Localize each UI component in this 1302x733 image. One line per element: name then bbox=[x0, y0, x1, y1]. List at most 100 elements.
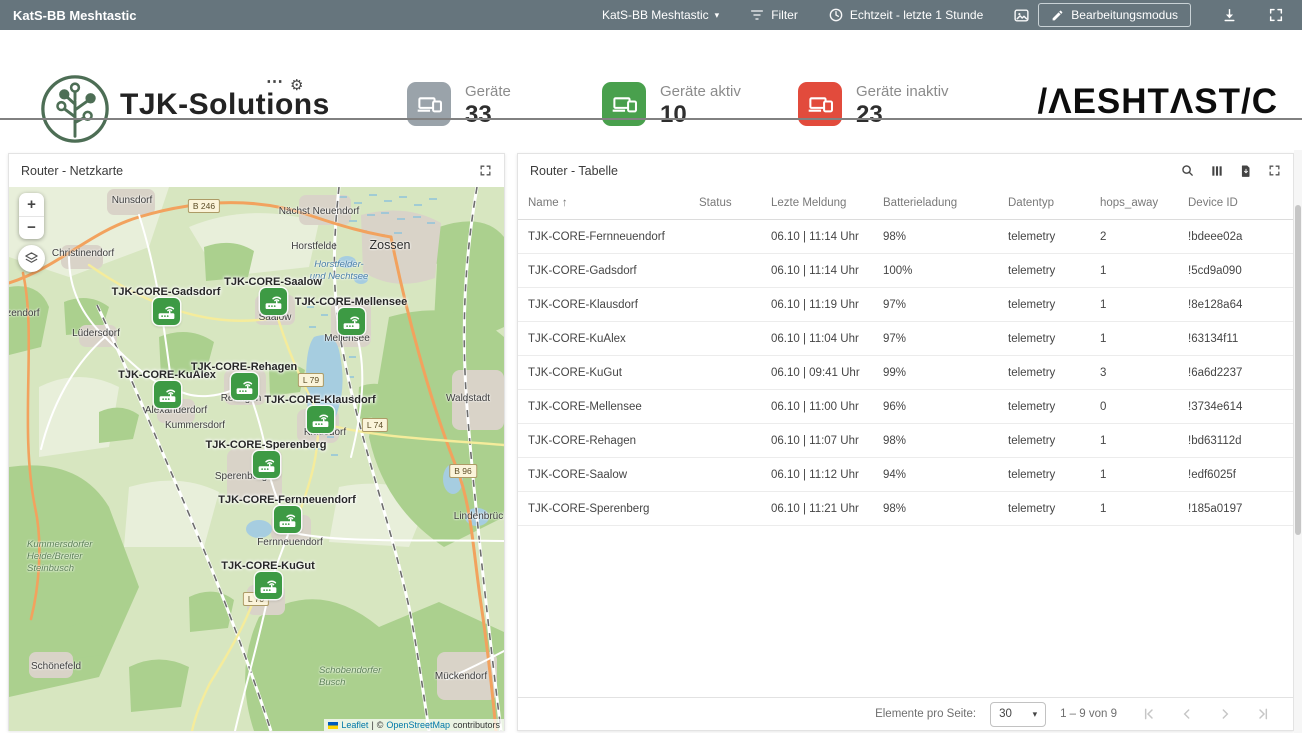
table-cell: !5cd9a090 bbox=[1188, 265, 1283, 277]
router-icon[interactable] bbox=[338, 308, 365, 335]
dashboard-select[interactable]: KatS-BB Meshtastic ▾ bbox=[602, 8, 719, 22]
column-header-status[interactable]: Status bbox=[699, 197, 771, 209]
filter-button[interactable]: Filter bbox=[749, 7, 798, 23]
table-cell: telemetry bbox=[1008, 401, 1100, 413]
kiosk-fullscreen-button[interactable] bbox=[1268, 7, 1284, 23]
router-icon[interactable] bbox=[255, 572, 282, 599]
router-marker-label: TJK-CORE-Sperenberg bbox=[205, 439, 326, 451]
edit-mode-button[interactable]: Bearbeitungsmodus bbox=[1038, 3, 1191, 27]
page-scrollbar[interactable] bbox=[1294, 150, 1302, 733]
table-cell: !6a6d2237 bbox=[1188, 367, 1283, 379]
table-row: TJK-CORE-Fernneuendorf06.10 | 11:14 Uhr9… bbox=[518, 220, 1293, 254]
table-cell bbox=[699, 367, 771, 379]
map-place-label: Mückendorf bbox=[435, 671, 487, 684]
router-marker-label: TJK-CORE-Rehagen bbox=[191, 361, 297, 373]
gear-icon[interactable]: ⚙ bbox=[290, 76, 303, 94]
table-row: TJK-CORE-Saalow06.10 | 11:12 Uhr94%telem… bbox=[518, 458, 1293, 492]
router-icon[interactable] bbox=[153, 298, 180, 325]
table-cell: !185a0197 bbox=[1188, 503, 1283, 515]
map-zoom-control: + − bbox=[19, 193, 44, 239]
column-header-batterie[interactable]: Batterieladung bbox=[883, 197, 1008, 209]
prev-page-button[interactable] bbox=[1179, 706, 1195, 722]
column-header-datentyp[interactable]: Datentyp bbox=[1008, 197, 1100, 209]
pagination-bar: Elemente pro Seite: 30 ▾ 1 – 9 von 9 bbox=[518, 697, 1293, 730]
columns-icon[interactable] bbox=[1210, 164, 1224, 178]
next-page-button[interactable] bbox=[1217, 706, 1233, 722]
table-cell: !bdeee02a bbox=[1188, 231, 1283, 243]
first-page-button[interactable] bbox=[1141, 706, 1157, 722]
chevron-down-icon: ▾ bbox=[715, 11, 720, 20]
scrollbar-thumb[interactable] bbox=[1295, 205, 1301, 535]
stat-geraete: Geräte 33 bbox=[407, 82, 511, 129]
page-size-select[interactable]: 30 ▾ bbox=[990, 702, 1046, 727]
osm-link[interactable]: OpenStreetMap bbox=[386, 720, 450, 730]
stat-label: Geräte aktiv bbox=[660, 83, 741, 100]
table-cell: telemetry bbox=[1008, 299, 1100, 311]
table-row: TJK-CORE-Mellensee06.10 | 11:00 Uhr96%te… bbox=[518, 390, 1293, 424]
search-icon[interactable] bbox=[1180, 163, 1195, 178]
column-header-meldung[interactable]: Lezte Meldung bbox=[771, 197, 883, 209]
table-cell: telemetry bbox=[1008, 503, 1100, 515]
page-range: 1 – 9 von 9 bbox=[1060, 708, 1117, 720]
ukraine-flag-icon bbox=[328, 722, 338, 729]
table-cell: 06.10 | 11:00 Uhr bbox=[771, 401, 883, 413]
table-row: TJK-CORE-Gadsdorf06.10 | 11:14 Uhr100%te… bbox=[518, 254, 1293, 288]
last-page-button[interactable] bbox=[1255, 706, 1271, 722]
table-panel-title: Router - Tabelle bbox=[530, 164, 618, 178]
table-row: TJK-CORE-Sperenberg06.10 | 11:21 Uhr98%t… bbox=[518, 492, 1293, 526]
router-icon[interactable] bbox=[260, 288, 287, 315]
column-header-name[interactable]: Name ↑ bbox=[528, 197, 699, 209]
map-layers-button[interactable] bbox=[18, 245, 45, 272]
router-marker-label: TJK-CORE-Fernneuendorf bbox=[218, 494, 356, 506]
map-place-label: Waldstadt bbox=[446, 393, 490, 406]
app-title: KatS-BB Meshtastic bbox=[13, 8, 137, 23]
map-place-label: Nunsdorf bbox=[112, 195, 153, 208]
router-marker-label: TJK-CORE-Saalow bbox=[224, 276, 322, 288]
panel-menu-icon[interactable]: ⋯ bbox=[266, 72, 283, 92]
export-file-icon[interactable] bbox=[1239, 164, 1253, 178]
table-cell bbox=[699, 231, 771, 243]
zoom-in-button[interactable]: + bbox=[19, 193, 44, 217]
column-header-hops[interactable]: hops_away bbox=[1100, 197, 1188, 209]
router-icon[interactable] bbox=[231, 373, 258, 400]
table-panel-header: Router - Tabelle bbox=[518, 154, 1293, 187]
map-place-label: Horstfelde bbox=[291, 241, 337, 254]
router-icon[interactable] bbox=[253, 451, 280, 478]
table-cell: 06.10 | 11:19 Uhr bbox=[771, 299, 883, 311]
network-map[interactable]: + − NunsdorfNächst NeuendorfZossenHorstf… bbox=[9, 187, 504, 731]
map-place-label: Lindenbrück bbox=[454, 511, 504, 524]
table-row: TJK-CORE-Rehagen06.10 | 11:07 Uhr98%tele… bbox=[518, 424, 1293, 458]
table-cell: telemetry bbox=[1008, 367, 1100, 379]
table-cell: 99% bbox=[883, 367, 1008, 379]
table-cell: 06.10 | 09:41 Uhr bbox=[771, 367, 883, 379]
table-cell: !8e128a64 bbox=[1188, 299, 1283, 311]
panel-fullscreen-icon[interactable] bbox=[1268, 164, 1281, 177]
snapshot-button[interactable] bbox=[1013, 7, 1030, 24]
column-header-deviceid[interactable]: Device ID bbox=[1188, 197, 1283, 209]
zoom-out-button[interactable]: − bbox=[19, 217, 44, 240]
time-range-picker[interactable]: Echtzeit - letzte 1 Stunde bbox=[828, 7, 983, 23]
table-cell: 96% bbox=[883, 401, 1008, 413]
table-cell: TJK-CORE-Gadsdorf bbox=[528, 265, 699, 277]
table-cell: telemetry bbox=[1008, 265, 1100, 277]
table-cell: TJK-CORE-Sperenberg bbox=[528, 503, 699, 515]
table-cell: 97% bbox=[883, 333, 1008, 345]
table-cell: 06.10 | 11:14 Uhr bbox=[771, 265, 883, 277]
table-cell: 3 bbox=[1100, 367, 1188, 379]
layers-icon bbox=[24, 251, 39, 266]
router-marker-label: TJK-CORE-KuGut bbox=[221, 560, 315, 572]
clock-icon bbox=[828, 7, 844, 23]
table-cell: TJK-CORE-Klausdorf bbox=[528, 299, 699, 311]
table-cell bbox=[699, 503, 771, 515]
table-cell: 06.10 | 11:14 Uhr bbox=[771, 231, 883, 243]
table-cell: TJK-CORE-Saalow bbox=[528, 469, 699, 481]
road-badge: B 246 bbox=[188, 199, 220, 213]
router-icon[interactable] bbox=[307, 406, 334, 433]
router-marker-label: TJK-CORE-Klausdorf bbox=[264, 394, 375, 406]
router-icon[interactable] bbox=[154, 381, 181, 408]
panel-fullscreen-icon[interactable] bbox=[479, 164, 492, 177]
download-button[interactable] bbox=[1221, 7, 1238, 24]
router-icon[interactable] bbox=[274, 506, 301, 533]
table-cell: TJK-CORE-Fernneuendorf bbox=[528, 231, 699, 243]
leaflet-link[interactable]: Leaflet bbox=[341, 720, 368, 730]
